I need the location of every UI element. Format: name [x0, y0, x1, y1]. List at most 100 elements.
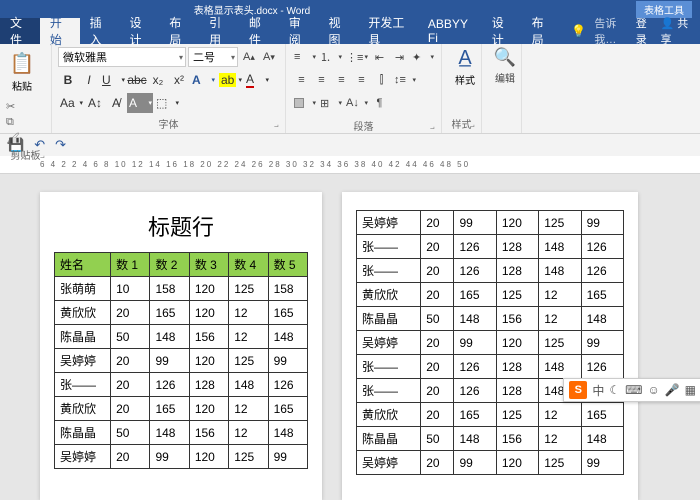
table-cell[interactable]: 99: [581, 211, 623, 235]
table-cell[interactable]: 黄欣欣: [357, 403, 421, 427]
table-cell[interactable]: 148: [539, 355, 581, 379]
table-row[interactable]: 黄欣欣2016512512165: [357, 403, 624, 427]
font-name-select[interactable]: 微软雅黑: [58, 47, 186, 67]
table-cell[interactable]: 20: [111, 301, 150, 325]
table-cell[interactable]: 12: [229, 325, 268, 349]
editing-button[interactable]: 🔍 编辑: [488, 47, 522, 97]
table-cell[interactable]: 张——: [357, 235, 421, 259]
table-cell[interactable]: 张——: [357, 355, 421, 379]
table-cell[interactable]: 148: [454, 307, 496, 331]
distributed-button[interactable]: ⫿: [372, 70, 391, 90]
table-cell[interactable]: 陈晶晶: [55, 325, 111, 349]
highlight-button[interactable]: ab: [217, 70, 243, 90]
table-cell[interactable]: 99: [454, 451, 496, 475]
share-button[interactable]: 👤 共享: [661, 15, 690, 47]
table-cell[interactable]: 125: [229, 349, 268, 373]
table-cell[interactable]: 吴婷婷: [55, 349, 111, 373]
borders-button[interactable]: ⊞: [318, 93, 343, 113]
table-cell[interactable]: 120: [496, 211, 538, 235]
table-row[interactable]: 吴婷婷209912012599: [357, 211, 624, 235]
table-row[interactable]: 黄欣欣2016512512165: [357, 283, 624, 307]
table-cell[interactable]: 99: [454, 211, 496, 235]
table-row[interactable]: 陈晶晶5014815612148: [357, 427, 624, 451]
tab-file[interactable]: 文件: [0, 18, 40, 44]
table-cell[interactable]: 20: [111, 373, 150, 397]
table-row[interactable]: 陈晶晶5014815612148: [357, 307, 624, 331]
line-spacing-button[interactable]: ↕≡: [392, 70, 417, 90]
table-cell[interactable]: 126: [581, 259, 623, 283]
italic-button[interactable]: I: [79, 70, 99, 90]
table-cell[interactable]: 吴婷婷: [357, 331, 421, 355]
table-cell[interactable]: 120: [189, 445, 228, 469]
table-row[interactable]: 张——20126128148126: [357, 235, 624, 259]
ime-mic-icon[interactable]: 🎤: [665, 383, 680, 397]
table-row[interactable]: 黄欣欣2016512012165: [55, 301, 308, 325]
tab-design[interactable]: 设计: [119, 18, 159, 44]
strikethrough-button[interactable]: abc: [127, 70, 147, 90]
table-cell[interactable]: 99: [268, 349, 307, 373]
copy-button[interactable]: ⧉: [6, 116, 20, 129]
tab-references[interactable]: 引用: [199, 18, 239, 44]
table-cell[interactable]: 126: [454, 259, 496, 283]
tell-me-input[interactable]: 告诉我…: [594, 15, 627, 47]
table-cell[interactable]: 120: [189, 301, 228, 325]
tab-home[interactable]: 开始: [40, 18, 80, 44]
paste-button[interactable]: 📋 粘贴: [6, 47, 38, 97]
table-cell[interactable]: 黄欣欣: [55, 397, 111, 421]
table-cell[interactable]: 20: [421, 379, 454, 403]
table-cell[interactable]: 12: [229, 397, 268, 421]
table-cell[interactable]: 吴婷婷: [55, 445, 111, 469]
numbering-button[interactable]: ⒈: [318, 47, 343, 67]
phonetic-guide-button[interactable]: Aa: [58, 93, 84, 113]
document-canvas[interactable]: 标题行 姓名数 1数 2数 3数 4数 5 张萌萌10158120125158黄…: [0, 174, 700, 500]
bullets-button[interactable]: ≡: [292, 47, 317, 67]
table-cell[interactable]: 黄欣欣: [357, 283, 421, 307]
table-cell[interactable]: 165: [150, 397, 189, 421]
table-cell[interactable]: 120: [496, 331, 538, 355]
ime-more-icon[interactable]: ▦: [685, 383, 696, 397]
table-cell[interactable]: 125: [496, 403, 538, 427]
table-cell[interactable]: 张萌萌: [55, 277, 111, 301]
table-cell[interactable]: 148: [268, 421, 307, 445]
table-cell[interactable]: 张——: [357, 379, 421, 403]
table-cell[interactable]: 125: [539, 211, 581, 235]
table-cell[interactable]: 99: [268, 445, 307, 469]
table-cell[interactable]: 99: [150, 349, 189, 373]
table-row[interactable]: 陈晶晶5014815612148: [55, 325, 308, 349]
table-cell[interactable]: 148: [150, 325, 189, 349]
justify-button[interactable]: ≡: [352, 70, 371, 90]
table-header-cell[interactable]: 数 3: [189, 253, 228, 277]
table-cell[interactable]: 20: [421, 403, 454, 427]
table-header-cell[interactable]: 数 5: [268, 253, 307, 277]
table-cell[interactable]: 20: [111, 349, 150, 373]
data-table-page2[interactable]: 吴婷婷209912012599张——20126128148126张——20126…: [356, 210, 624, 475]
table-header-cell[interactable]: 数 1: [111, 253, 150, 277]
table-cell[interactable]: 12: [539, 283, 581, 307]
table-cell[interactable]: 126: [454, 355, 496, 379]
table-cell[interactable]: 148: [539, 259, 581, 283]
table-cell[interactable]: 99: [581, 451, 623, 475]
table-cell[interactable]: 148: [539, 235, 581, 259]
shading-button[interactable]: [292, 93, 317, 113]
table-cell[interactable]: 156: [496, 427, 538, 451]
align-right-button[interactable]: ≡: [332, 70, 351, 90]
table-cell[interactable]: 126: [454, 235, 496, 259]
grow-font-button[interactable]: A▴: [240, 47, 258, 67]
bold-button[interactable]: B: [58, 70, 78, 90]
table-cell[interactable]: 20: [421, 259, 454, 283]
ime-lang-button[interactable]: 中: [592, 382, 604, 399]
table-cell[interactable]: 165: [581, 403, 623, 427]
table-cell[interactable]: 165: [150, 301, 189, 325]
table-cell[interactable]: 20: [421, 451, 454, 475]
table-cell[interactable]: 128: [496, 355, 538, 379]
decrease-indent-button[interactable]: ⇤: [370, 47, 389, 67]
enclose-char-button[interactable]: A: [127, 93, 153, 113]
table-cell[interactable]: 张——: [55, 373, 111, 397]
shrink-font-button[interactable]: A▾: [260, 47, 278, 67]
table-header-cell[interactable]: 姓名: [55, 253, 111, 277]
table-cell[interactable]: 126: [268, 373, 307, 397]
table-cell[interactable]: 20: [421, 283, 454, 307]
table-cell[interactable]: 128: [189, 373, 228, 397]
table-header-cell[interactable]: 数 4: [229, 253, 268, 277]
table-cell[interactable]: 156: [189, 421, 228, 445]
